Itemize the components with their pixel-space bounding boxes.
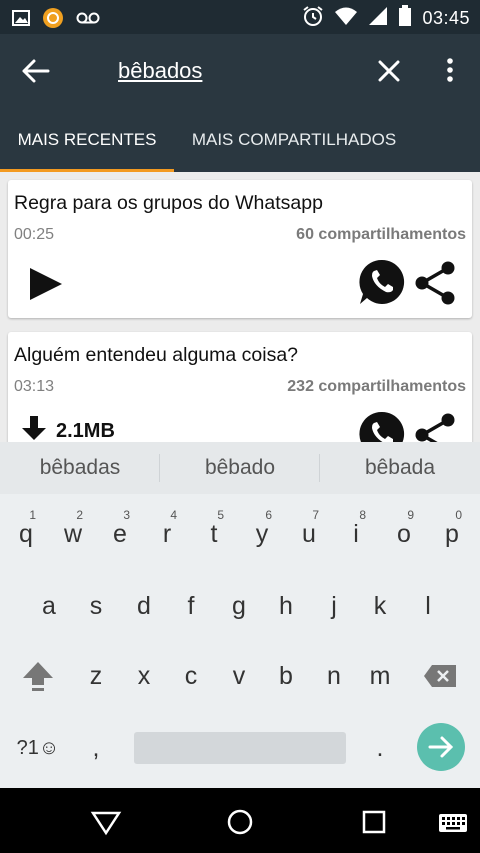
suggestion-strip: bêbadas bêbado bêbada: [0, 442, 480, 494]
key-p[interactable]: 0p: [430, 506, 474, 562]
period-key[interactable]: .: [358, 720, 402, 776]
key-j[interactable]: j: [312, 578, 356, 634]
share-icon: [415, 413, 455, 442]
key-q[interactable]: 1q: [4, 506, 48, 562]
nav-recents-button[interactable]: [358, 806, 390, 838]
enter-key[interactable]: [417, 723, 465, 771]
key-z[interactable]: z: [74, 648, 118, 704]
audio-title: Alguém entendeu alguma coisa?: [14, 344, 299, 366]
play-button[interactable]: [26, 266, 66, 302]
key-s[interactable]: s: [74, 578, 118, 634]
nav-back-icon: [90, 811, 122, 836]
alarm-icon: [302, 5, 324, 32]
key-u[interactable]: 7u: [287, 506, 331, 562]
share-button[interactable]: [412, 412, 458, 442]
shift-icon: [23, 662, 53, 691]
tab-bar: MAIS RECENTES MAIS COMPARTILHADOS: [0, 108, 480, 172]
audio-card[interactable]: Regra para os grupos do Whatsapp 00:25 6…: [8, 180, 472, 318]
audio-duration: 00:25: [14, 226, 55, 243]
file-size: 2.1MB: [56, 419, 115, 442]
nav-recents-icon: [362, 810, 386, 834]
nav-home-icon: [227, 809, 253, 835]
space-key[interactable]: [134, 732, 346, 764]
key-a[interactable]: a: [27, 578, 71, 634]
play-icon: [30, 268, 62, 300]
whatsapp-share-button[interactable]: [358, 258, 406, 306]
key-e[interactable]: 3e: [98, 506, 142, 562]
share-count: 232 compartilhamentos: [287, 378, 466, 395]
key-f[interactable]: f: [169, 578, 213, 634]
overflow-menu-button[interactable]: [440, 56, 460, 86]
key-b[interactable]: b: [264, 648, 308, 704]
keyboard-icon: [439, 814, 467, 832]
key-v[interactable]: v: [217, 648, 261, 704]
key-d[interactable]: d: [122, 578, 166, 634]
wifi-icon: [334, 6, 358, 31]
share-icon: [415, 261, 455, 305]
key-l[interactable]: l: [406, 578, 450, 634]
suggestion-item[interactable]: bêbada: [320, 442, 480, 494]
arrow-right-icon: [428, 736, 454, 758]
suggestion-item[interactable]: bêbadas: [0, 442, 160, 494]
app-notification-icon: [42, 7, 64, 34]
audio-duration: 03:13: [14, 378, 55, 395]
whatsapp-icon: [359, 259, 405, 304]
key-o[interactable]: 9o: [382, 506, 426, 562]
key-c[interactable]: c: [169, 648, 213, 704]
search-input[interactable]: [110, 52, 350, 90]
audio-title: Regra para os grupos do Whatsapp: [14, 192, 323, 214]
whatsapp-icon: [359, 411, 405, 442]
soft-keyboard: bêbadas bêbado bêbada 1q 2w 3e 4r 5t 6y …: [0, 442, 480, 788]
status-time: 03:45: [422, 8, 470, 28]
nav-home-button[interactable]: [224, 806, 256, 838]
overflow-menu-icon: [447, 58, 453, 82]
backspace-key[interactable]: [418, 648, 462, 704]
suggestion-item[interactable]: bêbado: [160, 442, 320, 494]
audio-card[interactable]: Alguém entendeu alguma coisa? 03:13 232 …: [8, 332, 472, 442]
shift-key[interactable]: [16, 648, 60, 704]
key-i[interactable]: 8i: [334, 506, 378, 562]
key-w[interactable]: 2w: [51, 506, 95, 562]
signal-icon: [368, 6, 388, 31]
key-x[interactable]: x: [122, 648, 166, 704]
key-r[interactable]: 4r: [145, 506, 189, 562]
key-k[interactable]: k: [358, 578, 402, 634]
audio-list[interactable]: Regra para os grupos do Whatsapp 00:25 6…: [0, 172, 480, 442]
share-count: 60 compartilhamentos: [296, 226, 466, 243]
key-g[interactable]: g: [217, 578, 261, 634]
download-button[interactable]: 2.1MB: [16, 416, 115, 442]
backspace-icon: [424, 665, 456, 687]
key-t[interactable]: 5t: [192, 506, 236, 562]
back-button[interactable]: [20, 56, 54, 86]
voicemail-icon: [76, 11, 100, 30]
key-n[interactable]: n: [312, 648, 356, 704]
share-button[interactable]: [412, 260, 458, 306]
tab-mais-compartilhados[interactable]: MAIS COMPARTILHADOS: [174, 108, 414, 172]
battery-icon: [398, 5, 412, 32]
download-icon: [22, 416, 46, 440]
comma-key[interactable]: ,: [74, 720, 118, 776]
toolbar: [0, 34, 480, 108]
back-arrow-icon: [22, 59, 50, 83]
keyboard-switch-button[interactable]: [438, 806, 468, 838]
key-m[interactable]: m: [358, 648, 402, 704]
whatsapp-share-button[interactable]: [358, 410, 406, 442]
image-icon: [12, 9, 30, 32]
key-h[interactable]: h: [264, 578, 308, 634]
symbols-key[interactable]: ?1☺: [14, 720, 62, 776]
status-bar: 03:45: [0, 0, 480, 34]
clear-search-button[interactable]: [374, 56, 404, 86]
navigation-bar: [0, 788, 480, 853]
tab-mais-recentes[interactable]: MAIS RECENTES: [0, 108, 174, 172]
close-icon: [378, 60, 400, 82]
key-y[interactable]: 6y: [240, 506, 284, 562]
nav-back-button[interactable]: [90, 806, 122, 838]
